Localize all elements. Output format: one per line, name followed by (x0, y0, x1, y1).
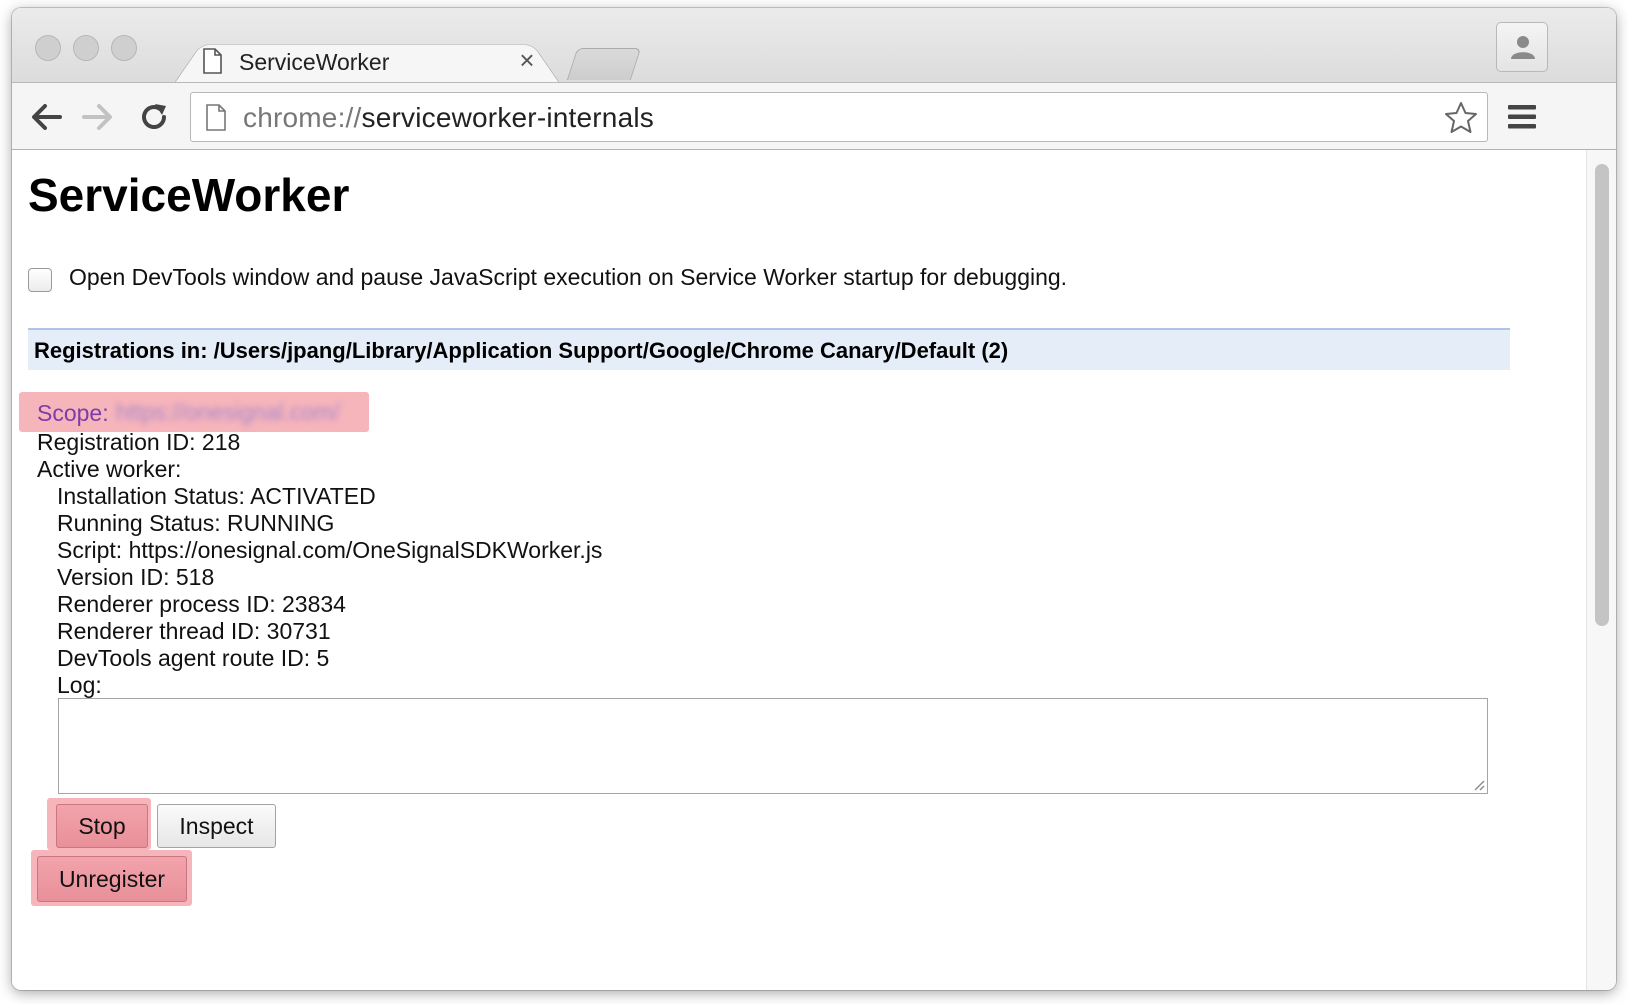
registrations-header-text: Registrations in: /Users/jpang/Library/A… (34, 338, 1009, 363)
page-icon (206, 104, 226, 131)
scrollbar[interactable] (1586, 150, 1616, 990)
resize-grip-icon[interactable] (1473, 779, 1485, 791)
url-path: serviceworker-internals (361, 102, 654, 133)
tab-title: ServiceWorker (239, 49, 390, 75)
tab-content: ServiceWorker × (202, 40, 562, 84)
active-worker-label: Active worker: (37, 456, 182, 482)
log-textarea[interactable] (58, 698, 1488, 794)
toolbar: chrome://serviceworker-internals (12, 82, 1616, 150)
page-content: ServiceWorker Open DevTools window and p… (12, 150, 1616, 990)
installation-status: Installation Status: ACTIVATED (57, 483, 376, 509)
reload-button[interactable] (134, 97, 174, 137)
back-button[interactable] (26, 97, 66, 137)
page-title: ServiceWorker (28, 169, 350, 221)
debug-option: Open DevTools window and pause JavaScrip… (28, 264, 1328, 294)
version-id: Version ID: 518 (57, 564, 215, 590)
registration-id: Registration ID: 218 (37, 429, 241, 455)
inspect-button[interactable]: Inspect (157, 804, 276, 848)
profile-button[interactable] (1496, 22, 1548, 72)
star-icon[interactable] (1443, 100, 1479, 136)
forward-icon (82, 104, 112, 130)
stop-button[interactable]: Stop (56, 804, 148, 848)
reload-icon (142, 104, 166, 129)
url-scheme: chrome:// (243, 102, 362, 133)
scrollbar-thumb[interactable] (1595, 164, 1609, 626)
minimize-window-button[interactable] (73, 35, 99, 61)
registrations-header: Registrations in: /Users/jpang/Library/A… (28, 328, 1510, 370)
url-text: chrome://serviceworker-internals (243, 102, 654, 134)
new-tab-button[interactable] (566, 48, 642, 80)
close-window-button[interactable] (35, 35, 61, 61)
menu-icon (1508, 105, 1536, 129)
log-label: Log: (57, 672, 102, 698)
title-bar: ServiceWorker × (12, 8, 1616, 86)
running-status: Running Status: RUNNING (57, 510, 335, 536)
zoom-window-button[interactable] (111, 35, 137, 61)
script-url: Script: https://onesignal.com/OneSignalS… (57, 537, 603, 563)
close-icon[interactable]: × (514, 45, 540, 76)
browser-window: ServiceWorker × chrome://serviceworker-i… (12, 8, 1616, 990)
page-icon (203, 48, 222, 74)
back-icon (32, 104, 62, 130)
address-bar[interactable]: chrome://serviceworker-internals (190, 92, 1488, 142)
renderer-thread-id: Renderer thread ID: 30731 (57, 618, 331, 644)
scope-label: Scope: (37, 400, 109, 426)
debug-checkbox-label[interactable]: Open DevTools window and pause JavaScrip… (69, 264, 1067, 291)
debug-checkbox[interactable] (28, 268, 52, 292)
scope-value: https://onesignal.com/ (116, 399, 340, 425)
profile-icon (1511, 36, 1535, 59)
menu-button[interactable] (1506, 103, 1538, 131)
forward-button[interactable] (78, 97, 118, 137)
devtools-route-id: DevTools agent route ID: 5 (57, 645, 330, 671)
unregister-button[interactable]: Unregister (37, 856, 187, 902)
renderer-process-id: Renderer process ID: 23834 (57, 591, 346, 617)
